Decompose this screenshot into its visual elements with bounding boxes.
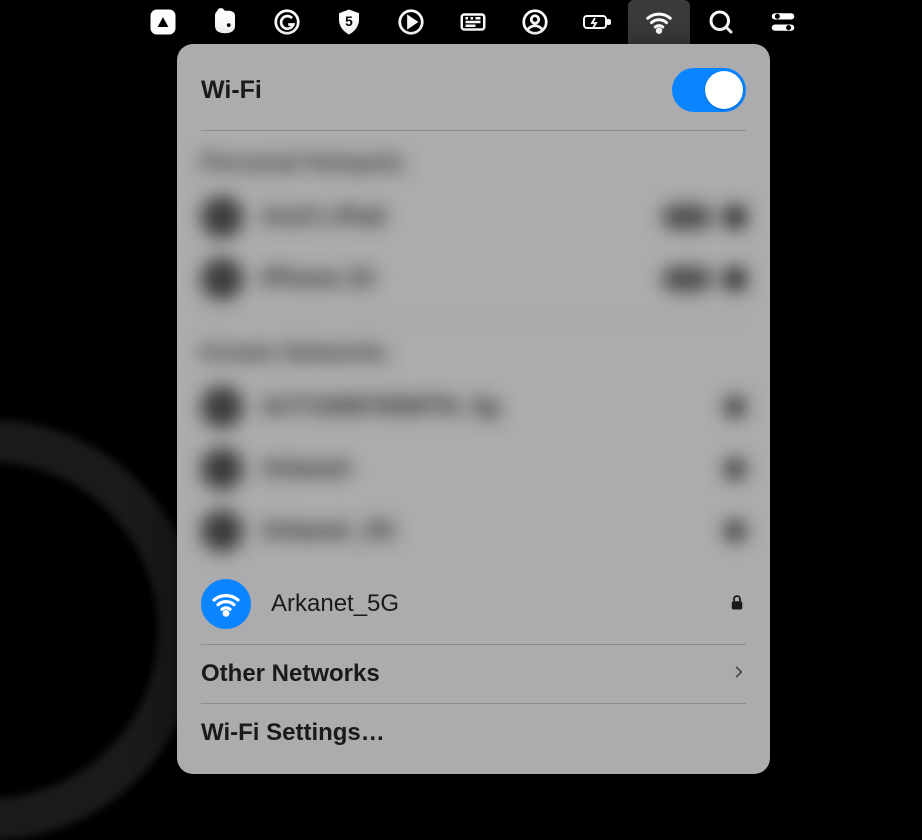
connected-network-name: Arkanet_5G <box>271 590 708 618</box>
connected-network-row[interactable]: Arkanet_5G <box>177 572 770 636</box>
divider <box>201 130 746 131</box>
wifi-signal-icon <box>201 579 251 629</box>
personal-hotspots-section: Personal Hotspots Arul's iPad iPhone 23 <box>177 131 770 320</box>
wifi-settings-label: Wi-Fi Settings… <box>201 719 385 747</box>
wallpaper-arc <box>0 420 200 840</box>
menubar-battery-icon[interactable] <box>566 0 628 44</box>
menubar: 5 <box>0 0 922 44</box>
menubar-control-center-icon[interactable] <box>752 0 814 44</box>
wifi-title: Wi-Fi <box>201 76 262 105</box>
menubar-shield-icon[interactable]: 5 <box>318 0 380 44</box>
svg-text:5: 5 <box>345 14 353 29</box>
lock-icon <box>728 591 746 618</box>
known-item: Arkanet_2G <box>201 500 746 562</box>
menubar-search-icon[interactable] <box>690 0 752 44</box>
known-networks-section: Known Networks ACT1008700WTN_5g Arkanet … <box>177 321 770 572</box>
known-section-label: Known Networks <box>201 339 746 366</box>
menubar-keyboard-icon[interactable] <box>442 0 504 44</box>
wifi-settings-row[interactable]: Wi-Fi Settings… <box>177 704 770 762</box>
wifi-toggle[interactable] <box>672 68 746 112</box>
hotspot-item: Arul's iPad <box>201 186 746 248</box>
menubar-evernote-icon[interactable] <box>194 0 256 44</box>
divider <box>201 320 746 321</box>
menubar-wifi-icon[interactable] <box>628 0 690 44</box>
wifi-panel-header: Wi-Fi <box>177 62 770 130</box>
known-item: ACT1008700WTN_5g <box>201 376 746 438</box>
menubar-account-icon[interactable] <box>504 0 566 44</box>
menubar-play-icon[interactable] <box>380 0 442 44</box>
menubar-grammarly-icon[interactable] <box>256 0 318 44</box>
hotspot-item: iPhone 23 <box>201 248 746 310</box>
other-networks-label: Other Networks <box>201 660 380 688</box>
menubar-app-icon-1[interactable] <box>132 0 194 44</box>
known-item: Arkanet <box>201 438 746 500</box>
hotspot-section-label: Personal Hotspots <box>201 149 746 176</box>
chevron-right-icon <box>732 661 746 688</box>
other-networks-row[interactable]: Other Networks <box>177 645 770 703</box>
wifi-panel: Wi-Fi Personal Hotspots Arul's iPad iPho… <box>177 44 770 774</box>
wifi-toggle-knob <box>705 71 743 109</box>
